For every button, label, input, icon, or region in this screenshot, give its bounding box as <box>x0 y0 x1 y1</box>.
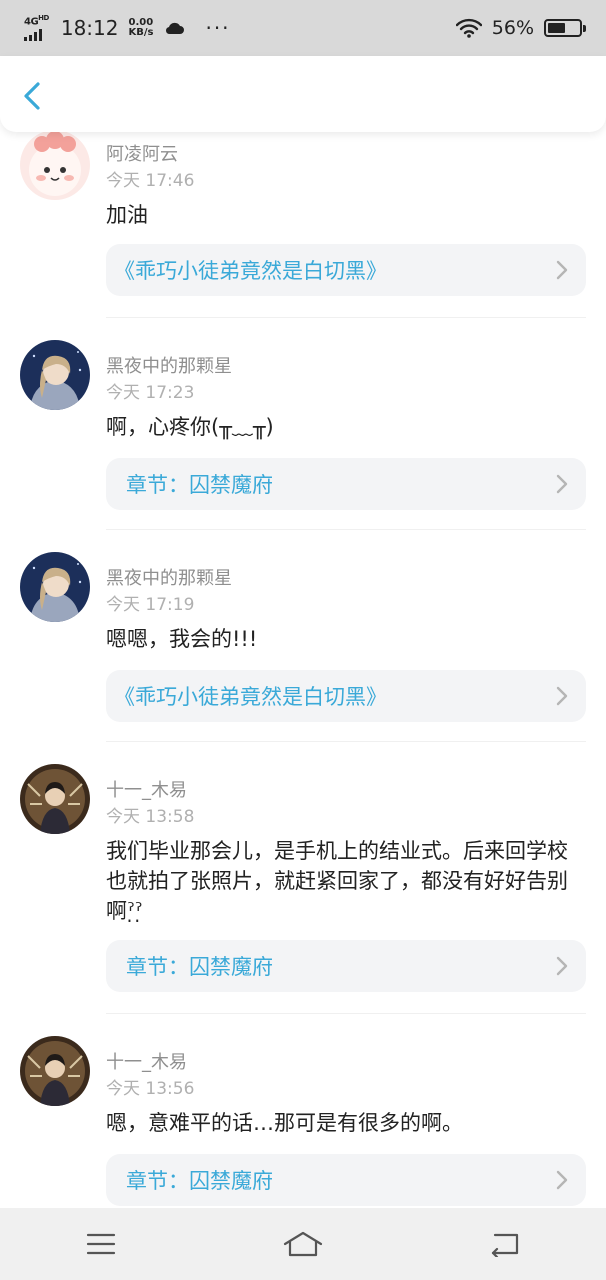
header-bar <box>0 56 606 132</box>
comment-author[interactable]: 黑夜中的那颗星 <box>106 352 232 378</box>
avatar-image <box>20 552 90 622</box>
book-link-title: 《乖巧小徒弟竟然是白切黑》 <box>114 685 387 709</box>
comment-author[interactable]: 阿凌阿云 <box>106 140 178 166</box>
battery-icon <box>544 19 586 37</box>
more-notifications-icon: ··· <box>205 15 231 40</box>
avatar[interactable] <box>20 552 90 622</box>
network-type: 4G <box>24 16 39 28</box>
chapter-link-title: 章节：囚禁魔府 <box>126 473 273 497</box>
menu-button[interactable] <box>76 1224 126 1264</box>
home-button[interactable] <box>278 1224 328 1264</box>
avatar[interactable] <box>20 764 90 834</box>
comment-time: 今天 17:23 <box>106 383 195 403</box>
chevron-right-icon <box>556 956 568 976</box>
network-sub: HD <box>38 14 49 23</box>
back-button[interactable] <box>480 1224 530 1264</box>
clock: 18:12 <box>60 15 119 40</box>
wifi-icon <box>455 18 482 38</box>
chevron-left-icon[interactable] <box>16 78 48 114</box>
comment-text: 嗯嗯，我会的!!! <box>106 627 258 651</box>
back-icon <box>491 1233 519 1257</box>
comment-item: 十一_木易 今天 13:56 嗯，意难平的话…那可是有很多的啊。 章节：囚禁魔府 <box>0 1014 606 1208</box>
home-icon <box>283 1231 323 1257</box>
comment-time: 今天 13:58 <box>106 807 195 827</box>
chevron-right-icon <box>556 686 568 706</box>
avatar-image <box>20 1036 90 1106</box>
book-link-card[interactable]: 《乖巧小徒弟竟然是白切黑》 <box>106 244 586 296</box>
avatar-image <box>20 132 90 200</box>
chevron-right-icon <box>556 474 568 494</box>
comment-author[interactable]: 十一_木易 <box>106 1048 187 1074</box>
avatar-image <box>20 340 90 410</box>
comment-item: 十一_木易 今天 13:58 我们毕业那会儿，是手机上的结业式。后来回学校也就拍… <box>0 742 606 1014</box>
battery-percent: 56% <box>491 17 534 39</box>
chapter-link-title: 章节：囚禁魔府 <box>126 1169 273 1193</box>
avatar-image <box>20 764 90 834</box>
net-speed-unit: KB/s <box>128 26 154 38</box>
chevron-right-icon <box>556 1170 568 1190</box>
avatar[interactable] <box>20 340 90 410</box>
book-link-title: 《乖巧小徒弟竟然是白切黑》 <box>114 259 387 283</box>
avatar[interactable] <box>20 132 90 200</box>
comment-text: 加油 <box>106 203 148 227</box>
comment-author[interactable]: 十一_木易 <box>106 776 187 802</box>
chapter-link-card[interactable]: 章节：囚禁魔府 <box>106 1154 586 1206</box>
comment-text: 我们毕业那会儿，是手机上的结业式。后来回学校也就拍了张照片，就赶紧回家了，都没有… <box>106 839 568 923</box>
comment-author[interactable]: 黑夜中的那颗星 <box>106 564 232 590</box>
menu-icon <box>86 1233 116 1255</box>
signal-icon: 4GHD <box>24 14 49 41</box>
chapter-link-card[interactable]: 章节：囚禁魔府 <box>106 458 586 510</box>
chapter-link-title: 章节：囚禁魔府 <box>126 955 273 979</box>
cloud-icon <box>166 22 185 35</box>
comment-text: 嗯，意难平的话…那可是有很多的啊。 <box>106 1111 463 1135</box>
comment-item: 黑夜中的那颗星 今天 17:23 啊，心疼你(╥﹏╥) 章节：囚禁魔府 <box>0 318 606 530</box>
comment-time: 今天 17:46 <box>106 171 195 191</box>
comment-item: 黑夜中的那颗星 今天 17:19 嗯嗯，我会的!!! 《乖巧小徒弟竟然是白切黑》 <box>0 530 606 742</box>
battery-fill <box>548 23 565 33</box>
chapter-link-card[interactable]: 章节：囚禁魔府 <box>106 940 586 992</box>
chevron-right-icon <box>556 260 568 280</box>
avatar[interactable] <box>20 1036 90 1106</box>
comment-item: 阿凌阿云 今天 17:46 加油 《乖巧小徒弟竟然是白切黑》 <box>0 132 606 318</box>
comment-time: 今天 13:56 <box>106 1079 195 1099</box>
comment-feed[interactable]: 阿凌阿云 今天 17:46 加油 《乖巧小徒弟竟然是白切黑》 黑夜中的那颗星 今… <box>0 132 606 1208</box>
net-speed: 0.00 KB/s <box>128 17 154 38</box>
system-nav-bar <box>0 1208 606 1280</box>
comment-text: 啊，心疼你(╥﹏╥) <box>106 415 274 439</box>
book-link-card[interactable]: 《乖巧小徒弟竟然是白切黑》 <box>106 670 586 722</box>
status-bar: 4GHD 18:12 0.00 KB/s ··· 56% <box>0 0 606 56</box>
comment-time: 今天 17:19 <box>106 595 195 615</box>
